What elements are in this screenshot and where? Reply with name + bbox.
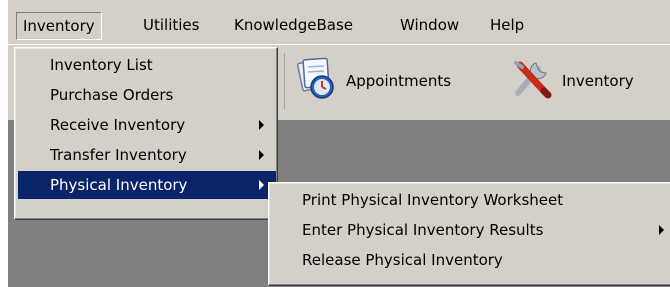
- toolbar-separator: [284, 53, 285, 109]
- menu-item-print-worksheet[interactable]: Print Physical Inventory Worksheet: [272, 186, 668, 214]
- menu-item-receive-inventory[interactable]: Receive Inventory: [18, 111, 276, 139]
- menu-help[interactable]: Help: [484, 12, 530, 38]
- appointments-calendar-icon: [294, 57, 338, 105]
- menu-item-label: Release Physical Inventory: [302, 251, 503, 269]
- physical-inventory-submenu: Print Physical Inventory Worksheet Enter…: [268, 182, 670, 286]
- inventory-dropdown-menu: Inventory List Purchase Orders Receive I…: [14, 47, 278, 220]
- menu-window[interactable]: Window: [394, 12, 465, 38]
- menu-utilities[interactable]: Utilities: [137, 12, 205, 38]
- window-edge: [0, 0, 8, 287]
- tools-icon: [510, 57, 554, 105]
- menu-item-label: Receive Inventory: [50, 116, 186, 134]
- menu-item-label: Enter Physical Inventory Results: [302, 221, 544, 239]
- menu-item-inventory-list[interactable]: Inventory List: [18, 51, 276, 79]
- menu-bar: Inventory Utilities KnowledgeBase Window…: [8, 8, 670, 44]
- menu-inventory[interactable]: Inventory: [16, 12, 102, 40]
- menu-item-label: Purchase Orders: [50, 86, 174, 104]
- submenu-arrow-icon: [659, 225, 664, 235]
- inventory-button[interactable]: Inventory: [510, 55, 634, 107]
- menu-item-physical-inventory[interactable]: Physical Inventory: [18, 171, 276, 199]
- menu-item-label: Inventory List: [50, 56, 153, 74]
- inventory-toolbar-label: Inventory: [562, 72, 634, 90]
- appointments-button[interactable]: Appointments: [294, 55, 451, 107]
- appointments-label: Appointments: [346, 72, 452, 90]
- menu-item-enter-results[interactable]: Enter Physical Inventory Results: [272, 216, 668, 244]
- menu-item-purchase-orders[interactable]: Purchase Orders: [18, 81, 276, 109]
- menu-item-label: Print Physical Inventory Worksheet: [302, 191, 564, 209]
- menu-knowledgebase[interactable]: KnowledgeBase: [228, 12, 359, 38]
- menu-item-label: Physical Inventory: [50, 176, 188, 194]
- submenu-arrow-icon: [259, 150, 264, 160]
- menu-item-transfer-inventory[interactable]: Transfer Inventory: [18, 141, 276, 169]
- submenu-arrow-icon: [259, 120, 264, 130]
- menu-item-release-physical-inventory[interactable]: Release Physical Inventory: [272, 246, 668, 274]
- menu-item-label: Transfer Inventory: [50, 146, 187, 164]
- submenu-arrow-icon: [259, 180, 264, 190]
